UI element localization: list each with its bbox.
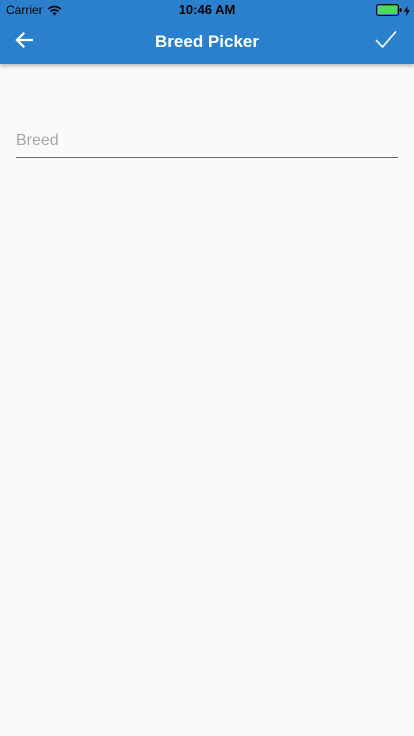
status-bar: Carrier 10:46 AM xyxy=(0,0,414,20)
breed-picker-screen: Carrier 10:46 AM Breed Picker Breed xyxy=(0,0,414,736)
charging-bolt-icon xyxy=(404,5,410,16)
app-bar: Breed Picker xyxy=(0,20,414,64)
confirm-button[interactable] xyxy=(366,22,406,62)
breed-input[interactable] xyxy=(16,124,398,158)
page-title: Breed Picker xyxy=(155,32,259,51)
battery-indicator xyxy=(376,4,410,16)
back-button[interactable] xyxy=(4,22,44,62)
checkmark-icon xyxy=(375,30,397,55)
content-area xyxy=(0,64,414,736)
status-time: 10:46 AM xyxy=(178,2,236,17)
arrow-left-icon xyxy=(14,30,34,55)
top-bar: Carrier 10:46 AM Breed Picker xyxy=(0,0,414,64)
battery-icon xyxy=(376,4,402,16)
